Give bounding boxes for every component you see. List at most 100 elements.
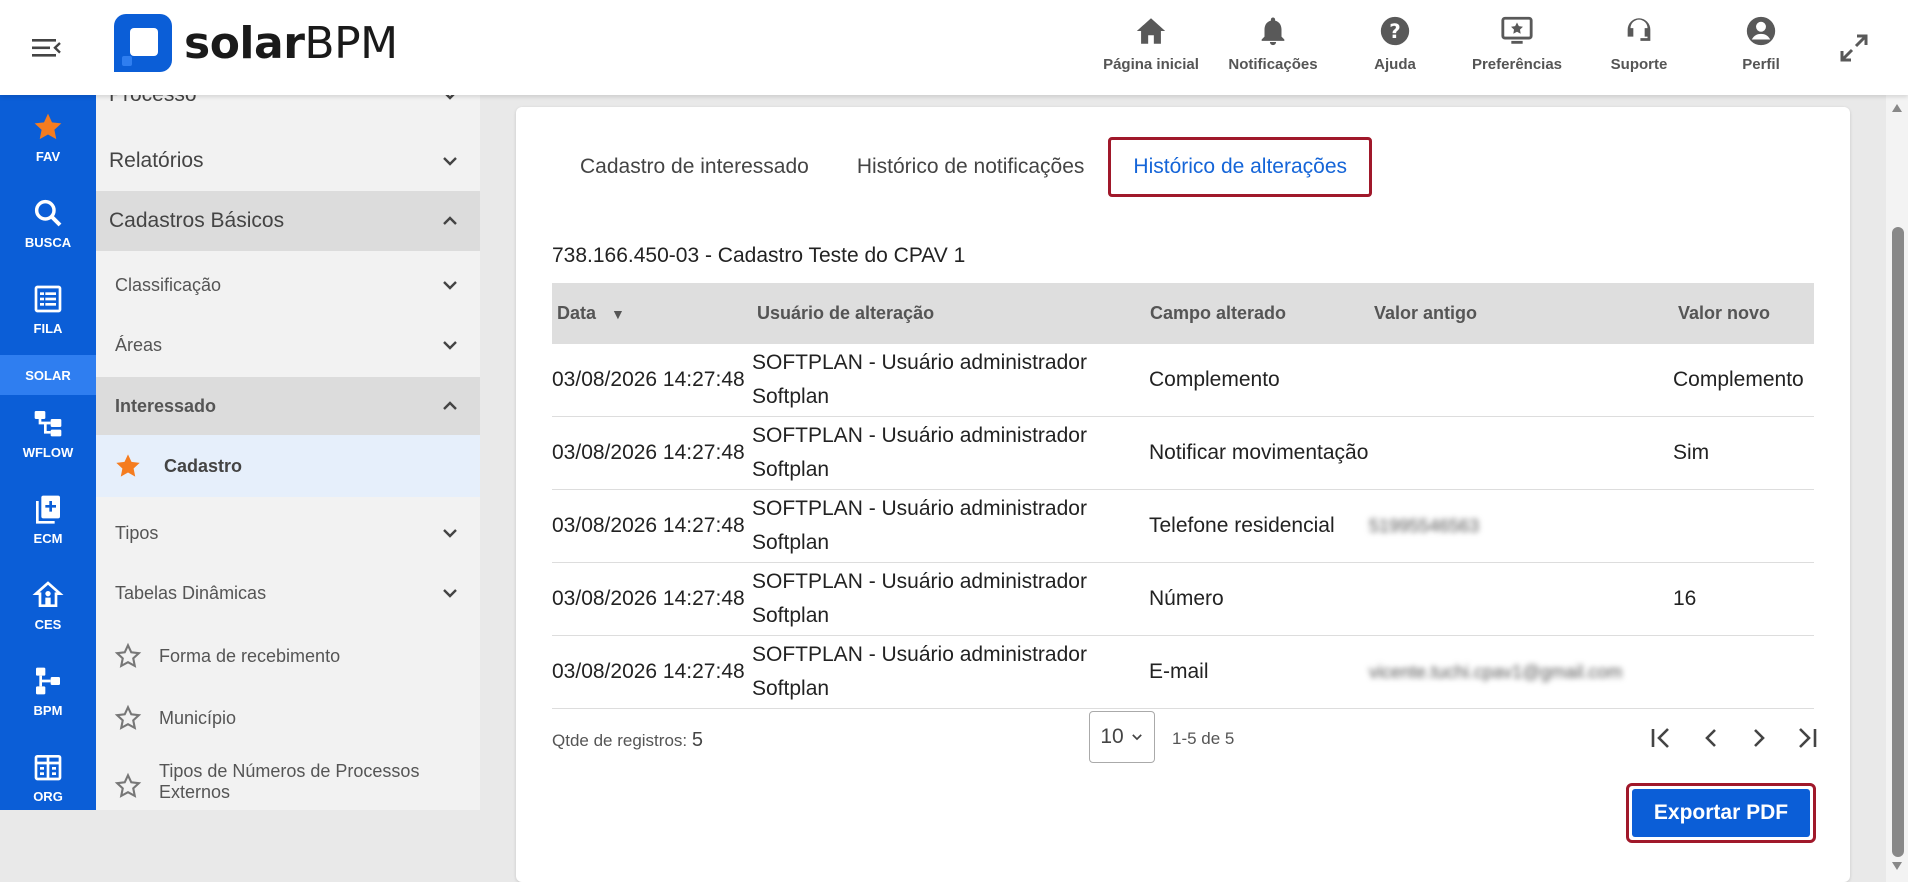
rail-ces[interactable]: CES	[0, 579, 96, 659]
cell-valor-antigo	[1369, 344, 1673, 417]
tab-cadastro-interessado[interactable]: Cadastro de interessado	[556, 137, 833, 197]
chevron-down-icon	[1131, 734, 1142, 741]
search-icon	[34, 199, 62, 227]
rail-org[interactable]: ORG	[0, 751, 96, 831]
cell-campo: Complemento	[1145, 344, 1369, 417]
scroll-down-icon[interactable]	[1891, 861, 1903, 871]
page-size-select[interactable]: 10	[1089, 711, 1155, 763]
cell-valor-antigo	[1369, 416, 1673, 490]
cell-campo: Número	[1145, 562, 1369, 636]
table-row: 03/08/2026 14:27:48 SOFTPLAN - Usuário a…	[552, 416, 1814, 490]
sidebar-item-interessado[interactable]: Interessado	[96, 377, 480, 435]
cell-campo: Notificar movimentação	[1145, 416, 1369, 490]
history-table: Data ▼ Usuário de alteração Campo altera…	[552, 283, 1814, 709]
cell-campo: Telefone residencial	[1145, 489, 1369, 563]
cell-valor-novo	[1673, 489, 1814, 563]
sidebar-item-relatorios[interactable]: Relatórios	[96, 131, 480, 191]
cell-valor-novo: 16	[1673, 562, 1814, 636]
chevron-up-icon	[443, 216, 457, 225]
table-header-row: Data ▼ Usuário de alteração Campo altera…	[552, 283, 1814, 344]
table-row: 03/08/2026 14:27:48 SOFTPLAN - Usuário a…	[552, 635, 1814, 709]
support-icon	[1627, 18, 1651, 41]
cell-valor-novo: Complemento	[1673, 344, 1814, 417]
sidebar-item-tipos[interactable]: Tipos	[96, 503, 480, 563]
profile-button[interactable]: Perfil	[1700, 14, 1822, 84]
tab-historico-notificacoes[interactable]: Histórico de notificações	[833, 137, 1109, 197]
process-icon	[36, 667, 60, 695]
cell-data: 03/08/2026 14:27:48	[552, 416, 752, 490]
record-count: Qtde de registros: 5	[552, 729, 703, 751]
table-row: 03/08/2026 14:27:48 SOFTPLAN - Usuário a…	[552, 562, 1814, 636]
star-filled-icon[interactable]	[114, 452, 142, 480]
next-page-icon[interactable]	[1744, 723, 1774, 753]
sidebar-item-cadastros-basicos[interactable]: Cadastros Básicos	[96, 191, 480, 251]
notifications-button[interactable]: Notificações	[1212, 14, 1334, 84]
cell-data: 03/08/2026 14:27:48	[552, 489, 752, 563]
cell-valor-novo: Sim	[1673, 416, 1814, 490]
expand-icon[interactable]	[1838, 32, 1870, 64]
star-outline-icon[interactable]	[114, 772, 142, 800]
chevron-down-icon	[443, 157, 457, 166]
app-logo[interactable]: solarBPM	[114, 14, 398, 72]
scroll-up-icon[interactable]	[1891, 103, 1903, 113]
house-network-icon	[32, 581, 64, 607]
sidebar-menu: Processo Relatórios Cadastros Básicos Cl…	[96, 95, 480, 810]
preferences-button[interactable]: Preferências	[1456, 14, 1578, 84]
chevron-down-icon	[443, 529, 457, 538]
sidebar-item-municipio[interactable]: Município	[96, 687, 480, 749]
star-outline-icon[interactable]	[114, 642, 142, 670]
rail-fav[interactable]: FAV	[0, 111, 96, 191]
star-outline-icon[interactable]	[114, 704, 142, 732]
page-range: 1-5 de 5	[1172, 729, 1235, 748]
sidebar-item-areas[interactable]: Áreas	[96, 315, 480, 375]
rail-wflow[interactable]: WFLOW	[0, 407, 96, 487]
content-card: Cadastro de interessado Histórico de not…	[516, 107, 1850, 882]
help-button[interactable]: ? Ajuda	[1334, 14, 1456, 84]
support-button[interactable]: Suporte	[1578, 14, 1700, 84]
top-actions: Página inicial Notificações ? Ajuda Pref…	[1090, 14, 1822, 84]
first-page-icon[interactable]	[1646, 723, 1676, 753]
cell-valor-novo	[1673, 635, 1814, 709]
column-header-campo: Campo alterado	[1150, 303, 1287, 323]
column-header-data[interactable]: Data ▼	[552, 283, 752, 344]
rail-solar[interactable]: SOLAR	[0, 355, 96, 395]
export-pdf-button[interactable]: Exportar PDF	[1626, 783, 1816, 843]
organization-icon	[34, 755, 62, 781]
sidebar-item-tipos-numeros[interactable]: Tipos de Números de Processos Externos	[96, 751, 480, 810]
sidebar-item-processo[interactable]: Processo	[96, 95, 480, 115]
documents-icon	[36, 495, 60, 524]
sidebar-item-classificacao[interactable]: Classificação	[96, 255, 480, 315]
cell-valor-antigo: vicente.tuchi.cpav1@gmail.com	[1369, 635, 1673, 709]
cell-valor-antigo: 51995546563	[1369, 489, 1673, 563]
cell-usuario: SOFTPLAN - Usuário administrador Softplan	[752, 416, 1145, 490]
rail-busca[interactable]: BUSCA	[0, 197, 96, 277]
bell-icon	[1261, 17, 1285, 46]
chevron-down-icon	[443, 589, 457, 598]
previous-page-icon[interactable]	[1696, 723, 1726, 753]
help-icon: ?	[1380, 16, 1410, 46]
chevron-down-icon	[445, 95, 455, 100]
sidebar-item-tabelas-dinamicas[interactable]: Tabelas Dinâmicas	[96, 563, 480, 623]
sidebar-item-cadastro[interactable]: Cadastro	[96, 435, 480, 497]
table-row: 03/08/2026 14:27:48 SOFTPLAN - Usuário a…	[552, 344, 1814, 417]
cell-data: 03/08/2026 14:27:48	[552, 562, 752, 636]
menu-collapse-icon[interactable]	[30, 36, 62, 60]
rail-ecm[interactable]: ECM	[0, 493, 96, 573]
column-header-valor-antigo: Valor antigo	[1374, 303, 1478, 323]
record-title: 738.166.450-03 - Cadastro Teste do CPAV …	[552, 244, 966, 267]
column-header-valor-novo: Valor novo	[1678, 303, 1771, 323]
rail-bpm[interactable]: BPM	[0, 665, 96, 745]
scroll-thumb[interactable]	[1892, 227, 1904, 857]
rail-fila[interactable]: FILA	[0, 283, 96, 363]
home-icon	[1136, 18, 1166, 44]
page-scrollbar[interactable]	[1886, 95, 1908, 882]
home-button[interactable]: Página inicial	[1090, 14, 1212, 84]
cell-usuario: SOFTPLAN - Usuário administrador Softplan	[752, 344, 1145, 417]
tab-historico-alteracoes[interactable]: Histórico de alterações	[1108, 137, 1373, 197]
last-page-icon[interactable]	[1792, 723, 1822, 753]
sort-desc-icon: ▼	[611, 306, 625, 322]
cell-data: 03/08/2026 14:27:48	[552, 635, 752, 709]
module-rail: FAV BUSCA FILA SOLAR WFLOW ECM CES BPM O…	[0, 95, 96, 810]
sidebar-item-forma-recebimento[interactable]: Forma de recebimento	[96, 625, 480, 687]
chevron-down-icon	[443, 281, 457, 290]
